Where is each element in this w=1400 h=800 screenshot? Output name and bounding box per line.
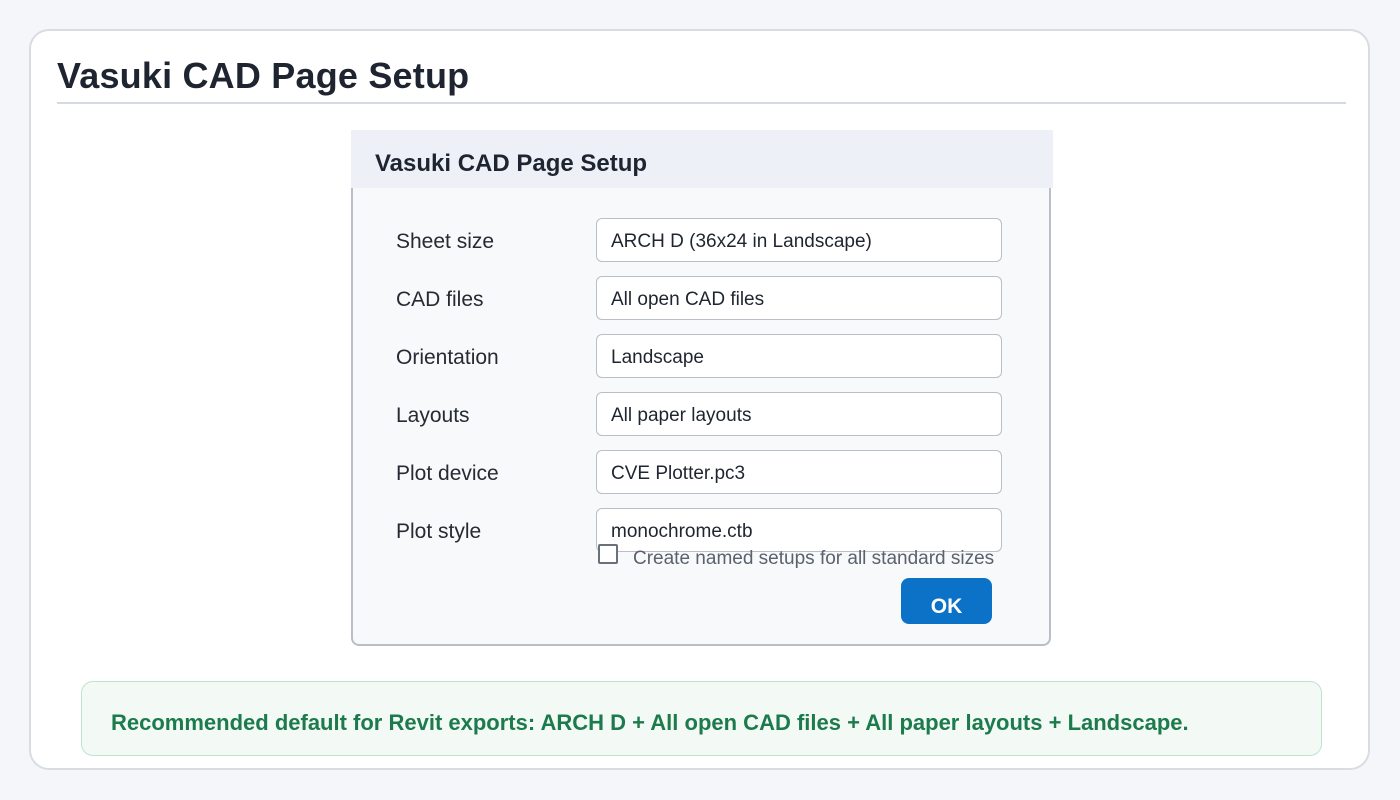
sheet-size-label: Sheet size <box>396 230 495 253</box>
layouts-label: Layouts <box>396 404 470 427</box>
cad-files-field[interactable]: All open CAD files <box>596 276 1002 320</box>
recommendation-note: Recommended default for Revit exports: A… <box>81 681 1322 756</box>
plot-style-field[interactable]: monochrome.ctb <box>596 508 1002 552</box>
page-title: Vasuki CAD Page Setup <box>57 55 470 96</box>
cad-files-label: CAD files <box>396 288 484 311</box>
dialog-title: Vasuki CAD Page Setup <box>375 150 648 177</box>
orientation-field[interactable]: Landscape <box>596 334 1002 378</box>
plot-device-label: Plot device <box>396 462 499 485</box>
named-setups-checkbox-label[interactable]: Create named setups for all standard siz… <box>633 548 994 570</box>
page-card: Vasuki CAD Page Setup Vasuki CAD Page Se… <box>29 29 1370 770</box>
dialog-header: Vasuki CAD Page Setup <box>351 130 1053 188</box>
plot-device-field[interactable]: CVE Plotter.pc3 <box>596 450 1002 494</box>
named-setups-checkbox[interactable] <box>598 544 618 564</box>
title-divider <box>57 102 1346 104</box>
layouts-field[interactable]: All paper layouts <box>596 392 1002 436</box>
plot-style-label: Plot style <box>396 520 482 543</box>
ok-button[interactable]: OK <box>901 578 992 624</box>
orientation-label: Orientation <box>396 346 499 369</box>
recommendation-text: Recommended default for Revit exports: A… <box>111 710 1189 735</box>
page-setup-dialog: Vasuki CAD Page Setup Sheet size ARCH D … <box>351 130 1053 646</box>
sheet-size-field[interactable]: ARCH D (36x24 in Landscape) <box>596 218 1002 262</box>
